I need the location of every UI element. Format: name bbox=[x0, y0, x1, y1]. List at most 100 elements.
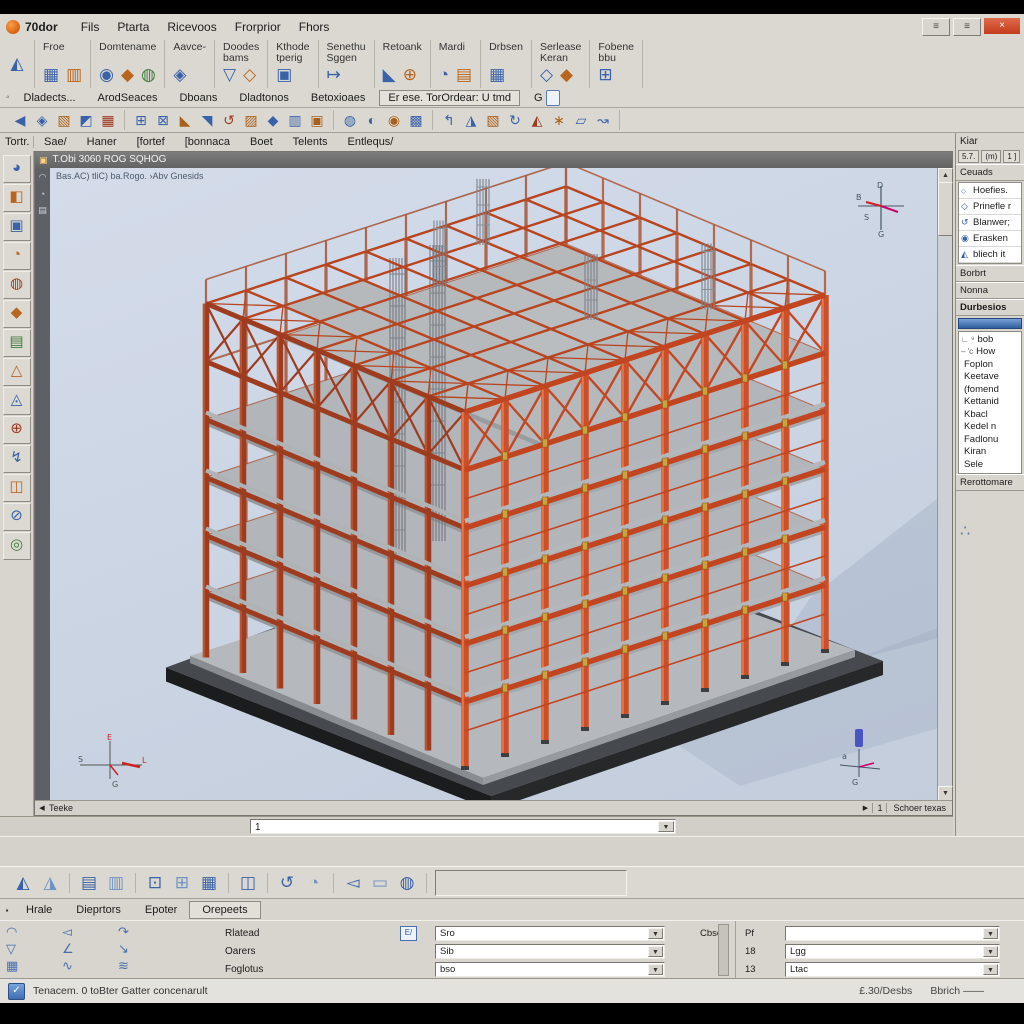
palette-tool-icon[interactable]: ◎ bbox=[3, 532, 31, 560]
view-tab[interactable]: Telents bbox=[283, 134, 338, 150]
ribbon-tool-icon[interactable]: ▽ bbox=[223, 66, 236, 84]
bottom-toolbar-icon[interactable]: ⊞ bbox=[171, 873, 193, 893]
toolbar-icon[interactable]: ↰ bbox=[440, 112, 458, 129]
bottom-right-label[interactable]: Schoer texas bbox=[887, 803, 952, 813]
form-dropdown[interactable]: Ltac▼ bbox=[785, 962, 1000, 977]
menu-item[interactable]: Ptarta bbox=[108, 17, 158, 37]
ribbon-tool-icon[interactable]: ◆ bbox=[121, 66, 134, 84]
ribbon-tool-icon[interactable]: ◇ bbox=[243, 66, 256, 84]
dropdown-arrow[interactable]: ▼ bbox=[983, 964, 998, 975]
ribbon-lead-icon[interactable]: ◭ bbox=[0, 40, 35, 88]
toolbar-icon[interactable]: ◍ bbox=[341, 112, 359, 129]
ribbon-tool-icon[interactable]: ◆ bbox=[560, 66, 573, 84]
palette-tool-icon[interactable]: ◫ bbox=[3, 474, 31, 502]
panel-footer-header[interactable]: Rerottomare bbox=[956, 474, 1024, 491]
toolbar-icon[interactable]: ▥ bbox=[286, 112, 304, 129]
toolbar-icon[interactable]: ↝ bbox=[594, 112, 612, 129]
toolbar-icon[interactable]: ◣ bbox=[176, 112, 194, 129]
status-check-icon[interactable]: ✓ bbox=[8, 983, 25, 1000]
bottom-toolbar-icon[interactable]: ▤ bbox=[78, 873, 100, 893]
view-tab[interactable]: [fortef bbox=[127, 134, 175, 150]
viewport-title-bar[interactable]: ▣ T.Obi 3060 ROG SQHOG bbox=[35, 152, 952, 168]
panel-list-item[interactable]: ↺Blanwer; bbox=[959, 215, 1021, 231]
bottom-toolbar-icon[interactable]: ◮ bbox=[39, 873, 61, 893]
toolbar-icon[interactable]: ▣ bbox=[308, 112, 326, 129]
toolbar-icon[interactable]: ▦ bbox=[99, 112, 117, 129]
panel-subheader[interactable]: Nonna bbox=[956, 282, 1024, 299]
ribbon-tool-icon[interactable]: ◔ bbox=[439, 66, 449, 84]
view-tab[interactable]: Boet bbox=[240, 134, 283, 150]
dropdown-arrow[interactable]: ▼ bbox=[983, 946, 998, 957]
palette-tool-icon[interactable]: ⊘ bbox=[3, 503, 31, 531]
panel-segment-button[interactable]: 5.7. bbox=[958, 150, 979, 163]
form-tool-icon[interactable]: ≋ bbox=[118, 958, 174, 975]
bottom-toolbar-icon[interactable]: ◭ bbox=[12, 873, 34, 893]
form-dropdown[interactable]: bso▼ bbox=[435, 962, 665, 977]
panel-list-item[interactable]: ◭bliech it bbox=[959, 247, 1021, 263]
toolbar-icon[interactable]: ◩ bbox=[77, 112, 95, 129]
ribbon-tool-icon[interactable]: ▤ bbox=[456, 66, 472, 84]
bottom-toolbar-icon[interactable]: ◍ bbox=[396, 873, 418, 893]
tree-item[interactable]: (fomend bbox=[961, 383, 1021, 396]
menu-item[interactable]: Frorprior bbox=[226, 17, 290, 37]
viewport-vertical-scrollbar[interactable]: ▲ ▼ bbox=[937, 168, 952, 801]
quick-link[interactable]: ArodSeaces bbox=[98, 92, 158, 104]
phase-combobox[interactable]: 1 ▼ bbox=[250, 819, 676, 834]
toolbar-icon[interactable]: ↻ bbox=[506, 112, 524, 129]
form-tool-icon[interactable]: ↷ bbox=[118, 924, 174, 941]
form-dropdown[interactable]: Sib▼ bbox=[435, 944, 665, 959]
toolbar-icon[interactable]: ↺ bbox=[220, 112, 238, 129]
view-tab[interactable]: Entlequs/ bbox=[338, 134, 404, 150]
form-tool-icon[interactable]: ∿ bbox=[62, 958, 118, 975]
strip-icon[interactable]: ◠ bbox=[39, 172, 47, 183]
bottom-toolbar-icon[interactable]: ◔ bbox=[303, 873, 325, 893]
panel-list-item[interactable]: ◇Prinefle r bbox=[959, 199, 1021, 215]
panel-subheader[interactable]: Borbrt bbox=[956, 265, 1024, 282]
form-tool-icon[interactable]: ◅ bbox=[62, 924, 118, 941]
panel-section-header[interactable]: Ceuads bbox=[956, 164, 1024, 181]
view-tab[interactable]: Sae/ bbox=[34, 134, 77, 150]
menu-item[interactable]: Ricevoos bbox=[158, 17, 225, 37]
form-checkbox[interactable]: E/ bbox=[400, 926, 417, 941]
view-tab[interactable]: [bonnaca bbox=[175, 134, 240, 150]
bottom-toolbar-icon[interactable]: ◅ bbox=[342, 873, 364, 893]
menu-item[interactable]: Fhors bbox=[290, 17, 339, 37]
quick-link[interactable]: Dladtonos bbox=[239, 92, 289, 104]
dropdown-arrow[interactable]: ▼ bbox=[648, 928, 663, 939]
toolbar-icon[interactable]: ∗ bbox=[550, 112, 568, 129]
toolbar-icon[interactable]: ◉ bbox=[385, 112, 403, 129]
tree-item[interactable]: Kedel n bbox=[961, 421, 1021, 434]
ribbon-tool-icon[interactable]: ▦ bbox=[43, 66, 59, 84]
3d-canvas[interactable]: Bas.AC) tliC) ba.Rogo. ›Abv Gnesids E S … bbox=[50, 168, 940, 801]
panel-section-header[interactable]: Durbesios bbox=[956, 299, 1024, 316]
scroll-up-button[interactable]: ▲ bbox=[938, 168, 953, 183]
bottom-tab[interactable]: Dieprtors bbox=[64, 902, 133, 918]
toolbar-icon[interactable]: ◮ bbox=[462, 112, 480, 129]
form-tool-icon[interactable]: ∠ bbox=[62, 941, 118, 958]
form-tool-icon[interactable]: ↘ bbox=[118, 941, 174, 958]
scroll-thumb[interactable] bbox=[938, 182, 953, 236]
bottom-tab[interactable]: Epoter bbox=[133, 902, 189, 918]
ribbon-tool-icon[interactable]: ◈ bbox=[173, 66, 186, 84]
scroll-down-button[interactable]: ▼ bbox=[938, 786, 953, 801]
toolbar-icon[interactable]: ▧ bbox=[55, 112, 73, 129]
pan-right-button[interactable]: ▶ bbox=[858, 804, 872, 812]
pan-left-button[interactable]: ◀ bbox=[35, 804, 49, 812]
bottom-toolbar-icon[interactable]: ◫ bbox=[237, 873, 259, 893]
toolbar-icon[interactable]: ⊞ bbox=[132, 112, 150, 129]
menu-item[interactable]: Fils bbox=[72, 17, 109, 37]
tree-item[interactable]: Fadlonu bbox=[961, 433, 1021, 446]
palette-tool-icon[interactable]: ◬ bbox=[3, 387, 31, 415]
toolbar-icon[interactable]: ◐ bbox=[363, 112, 381, 128]
palette-tool-icon[interactable]: ◕ bbox=[3, 155, 31, 183]
form-dropdown[interactable]: ▼ bbox=[785, 926, 1000, 941]
palette-tool-icon[interactable]: △ bbox=[3, 358, 31, 386]
view-name-label[interactable]: Teeke bbox=[49, 803, 73, 813]
toolbar-icon[interactable]: ◭ bbox=[528, 112, 546, 129]
bottom-tab[interactable]: Hrale bbox=[14, 902, 64, 918]
palette-tool-icon[interactable]: ⊕ bbox=[3, 416, 31, 444]
steel-structure-model[interactable] bbox=[50, 168, 940, 801]
quick-link[interactable]: Betoxioaes bbox=[311, 92, 365, 104]
bottom-toolbar-icon[interactable]: ↺ bbox=[276, 873, 298, 893]
tree-item[interactable]: Kbacl bbox=[961, 408, 1021, 421]
